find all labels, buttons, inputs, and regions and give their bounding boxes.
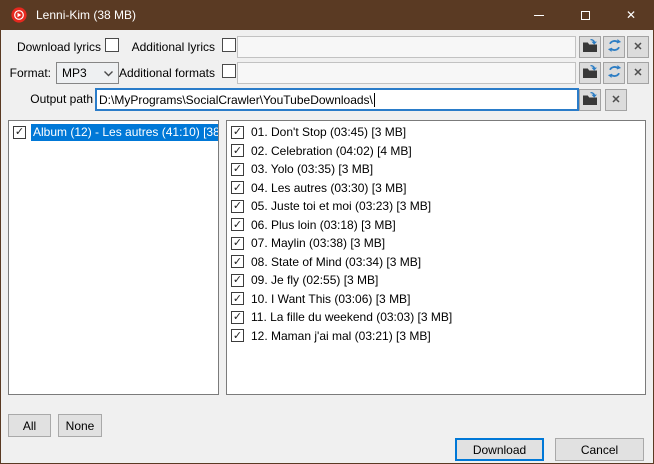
formats-refresh-button[interactable] [603, 62, 625, 84]
track-item-checkbox[interactable] [231, 163, 244, 176]
app-window: Lenni-Kim (38 MB) ✕ Download lyrics Addi… [0, 0, 654, 464]
format-select[interactable]: MP3 [56, 62, 119, 84]
album-item-checkbox[interactable] [13, 126, 26, 139]
track-item-checkbox[interactable] [231, 200, 244, 213]
open-folder-icon [582, 38, 598, 57]
track-item-row[interactable]: 03. Yolo (03:35) [3 MB] [227, 160, 645, 179]
track-item-row[interactable]: 11. La fille du weekend (03:03) [3 MB] [227, 308, 645, 327]
album-item-row[interactable]: Album (12) - Les autres (41:10) [38 MB] [9, 123, 218, 142]
output-path-value: D:\MyPrograms\SocialCrawler\YouTubeDownl… [99, 93, 373, 107]
format-value: MP3 [62, 66, 87, 80]
track-item-checkbox[interactable] [231, 255, 244, 268]
track-item-row[interactable]: 01. Don't Stop (03:45) [3 MB] [227, 123, 645, 142]
format-label: Format: [1, 66, 51, 81]
track-item-label[interactable]: 07. Maylin (03:38) [3 MB] [249, 235, 387, 252]
additional-formats-input[interactable] [237, 62, 576, 84]
additional-lyrics-checkbox[interactable] [222, 38, 236, 52]
track-item-row[interactable]: 02. Celebration (04:02) [4 MB] [227, 142, 645, 161]
album-item-label[interactable]: Album (12) - Les autres (41:10) [38 MB] [31, 124, 219, 141]
text-caret [374, 93, 375, 107]
track-item-label[interactable]: 01. Don't Stop (03:45) [3 MB] [249, 124, 408, 141]
additional-lyrics-label: Additional lyrics [121, 40, 215, 55]
main-panel: Download lyrics Additional lyrics [1, 30, 653, 463]
track-item-row[interactable]: 05. Juste toi et moi (03:23) [3 MB] [227, 197, 645, 216]
maximize-icon [581, 11, 590, 20]
minimize-button[interactable] [516, 0, 562, 30]
chevron-down-icon [104, 66, 113, 80]
window-title: Lenni-Kim (38 MB) [36, 8, 136, 22]
track-item-checkbox[interactable] [231, 144, 244, 157]
track-item-checkbox[interactable] [231, 181, 244, 194]
download-lyrics-checkbox[interactable] [105, 38, 119, 52]
track-item-row[interactable]: 10. I Want This (03:06) [3 MB] [227, 290, 645, 309]
output-path-input[interactable]: D:\MyPrograms\SocialCrawler\YouTubeDownl… [95, 88, 579, 111]
track-item-row[interactable]: 04. Les autres (03:30) [3 MB] [227, 179, 645, 198]
track-item-row[interactable]: 07. Maylin (03:38) [3 MB] [227, 234, 645, 253]
open-folder-icon [582, 91, 598, 110]
track-item-label[interactable]: 10. I Want This (03:06) [3 MB] [249, 290, 412, 307]
track-item-checkbox[interactable] [231, 274, 244, 287]
output-path-label: Output path [1, 92, 93, 107]
track-item-row[interactable]: 12. Maman j'ai mal (03:21) [3 MB] [227, 327, 645, 346]
track-item-label[interactable]: 05. Juste toi et moi (03:23) [3 MB] [249, 198, 433, 215]
lyrics-refresh-button[interactable] [603, 36, 625, 58]
clear-x-icon: ✕ [633, 42, 642, 53]
additional-formats-checkbox[interactable] [222, 64, 236, 78]
download-lyrics-label: Download lyrics [1, 40, 101, 55]
track-item-label[interactable]: 12. Maman j'ai mal (03:21) [3 MB] [249, 327, 433, 344]
select-all-button[interactable]: All [8, 414, 51, 437]
download-button[interactable]: Download [455, 438, 544, 461]
output-browse-button[interactable] [579, 89, 601, 111]
track-item-label[interactable]: 02. Celebration (04:02) [4 MB] [249, 142, 414, 159]
close-button[interactable]: ✕ [608, 0, 654, 30]
window-controls: ✕ [516, 0, 654, 30]
cancel-button[interactable]: Cancel [555, 438, 644, 461]
album-listbox: Album (12) - Les autres (41:10) [38 MB] [8, 120, 219, 395]
track-item-checkbox[interactable] [231, 292, 244, 305]
track-item-checkbox[interactable] [231, 126, 244, 139]
select-none-button[interactable]: None [58, 414, 102, 437]
track-item-checkbox[interactable] [231, 237, 244, 250]
track-item-label[interactable]: 11. La fille du weekend (03:03) [3 MB] [249, 309, 454, 326]
open-folder-icon [582, 64, 598, 83]
output-clear-button[interactable]: ✕ [605, 89, 627, 111]
clear-x-icon: ✕ [611, 95, 620, 106]
close-icon: ✕ [626, 9, 636, 21]
minimize-icon [534, 15, 544, 16]
track-item-label[interactable]: 04. Les autres (03:30) [3 MB] [249, 179, 408, 196]
formats-clear-button[interactable]: ✕ [627, 62, 649, 84]
track-item-label[interactable]: 03. Yolo (03:35) [3 MB] [249, 161, 375, 178]
track-item-label[interactable]: 09. Je fly (02:55) [3 MB] [249, 272, 380, 289]
track-item-row[interactable]: 06. Plus loin (03:18) [3 MB] [227, 216, 645, 235]
maximize-button[interactable] [562, 0, 608, 30]
refresh-icon [607, 64, 622, 82]
track-item-checkbox[interactable] [231, 311, 244, 324]
track-item-row[interactable]: 08. State of Mind (03:34) [3 MB] [227, 253, 645, 272]
track-listbox: 01. Don't Stop (03:45) [3 MB]02. Celebra… [226, 120, 646, 395]
formats-browse-button[interactable] [579, 62, 601, 84]
additional-formats-label: Additional formats [113, 66, 215, 81]
play-circle-icon [11, 7, 27, 23]
titlebar: Lenni-Kim (38 MB) ✕ [0, 0, 654, 30]
track-item-label[interactable]: 06. Plus loin (03:18) [3 MB] [249, 216, 398, 233]
track-item-row[interactable]: 09. Je fly (02:55) [3 MB] [227, 271, 645, 290]
lyrics-browse-button[interactable] [579, 36, 601, 58]
track-item-label[interactable]: 08. State of Mind (03:34) [3 MB] [249, 253, 423, 270]
clear-x-icon: ✕ [633, 68, 642, 79]
track-item-checkbox[interactable] [231, 218, 244, 231]
refresh-icon [607, 38, 622, 56]
track-item-checkbox[interactable] [231, 329, 244, 342]
lyrics-clear-button[interactable]: ✕ [627, 36, 649, 58]
additional-lyrics-input[interactable] [237, 36, 576, 58]
